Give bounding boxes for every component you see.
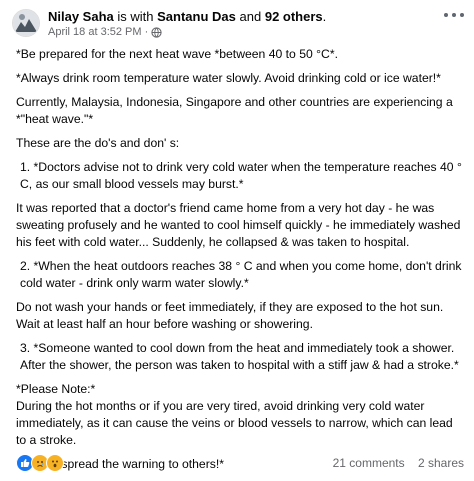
list-item-1: 1. *Doctors advise not to drink very col… bbox=[20, 160, 462, 191]
comments-count[interactable]: 21 comments bbox=[333, 456, 405, 470]
list-item-2: 2. *When the heat outdoors reaches 38 ° … bbox=[20, 259, 462, 290]
and-text: and bbox=[239, 9, 262, 24]
period: . bbox=[322, 9, 327, 24]
post-header: Nilay Saha is with Santanu Das and 92 ot… bbox=[8, 6, 466, 40]
tagged-person[interactable]: Santanu Das bbox=[157, 9, 236, 24]
author-line: Nilay Saha is with Santanu Das and 92 ot… bbox=[48, 9, 326, 25]
timestamp[interactable]: April 18 at 3:52 PM bbox=[48, 26, 142, 39]
paragraph-2: *Always drink room temperature water slo… bbox=[16, 71, 441, 85]
separator: · bbox=[144, 26, 149, 38]
please-note: *Please Note:* During the hot months or … bbox=[16, 382, 453, 447]
post-meta: April 18 at 3:52 PM · bbox=[48, 26, 162, 39]
list-item-3: 3. *Someone wanted to cool down from the… bbox=[20, 341, 459, 372]
author-name[interactable]: Nilay Saha bbox=[48, 9, 114, 24]
paragraph-3: Currently, Malaysia, Indonesia, Singapor… bbox=[16, 95, 453, 126]
paragraph-1: *Be prepared for the next heat wave *bet… bbox=[16, 47, 338, 61]
paragraph-4: These are the do's and don' s: bbox=[16, 136, 180, 150]
post-body: *Be prepared for the next heat wave *bet… bbox=[16, 46, 464, 480]
with-text: is with bbox=[117, 9, 154, 24]
reactions[interactable] bbox=[16, 454, 64, 472]
post-card: Nilay Saha is with Santanu Das and 92 ot… bbox=[0, 0, 474, 481]
shares-count[interactable]: 2 shares bbox=[418, 456, 464, 470]
others-link[interactable]: 92 others bbox=[265, 9, 323, 24]
paragraph-6: Do not wash your hands or feet immediate… bbox=[16, 300, 444, 331]
wow-reaction-icon bbox=[46, 454, 64, 472]
profile-photo bbox=[13, 10, 39, 36]
paragraph-5: It was reported that a doctor's friend c… bbox=[16, 201, 461, 249]
avatar[interactable] bbox=[12, 9, 40, 37]
post-footer: 21 comments 2 shares bbox=[16, 454, 464, 474]
more-options-icon[interactable] bbox=[444, 8, 464, 22]
globe-icon bbox=[151, 27, 162, 38]
engagement-counts: 21 comments 2 shares bbox=[323, 456, 464, 470]
